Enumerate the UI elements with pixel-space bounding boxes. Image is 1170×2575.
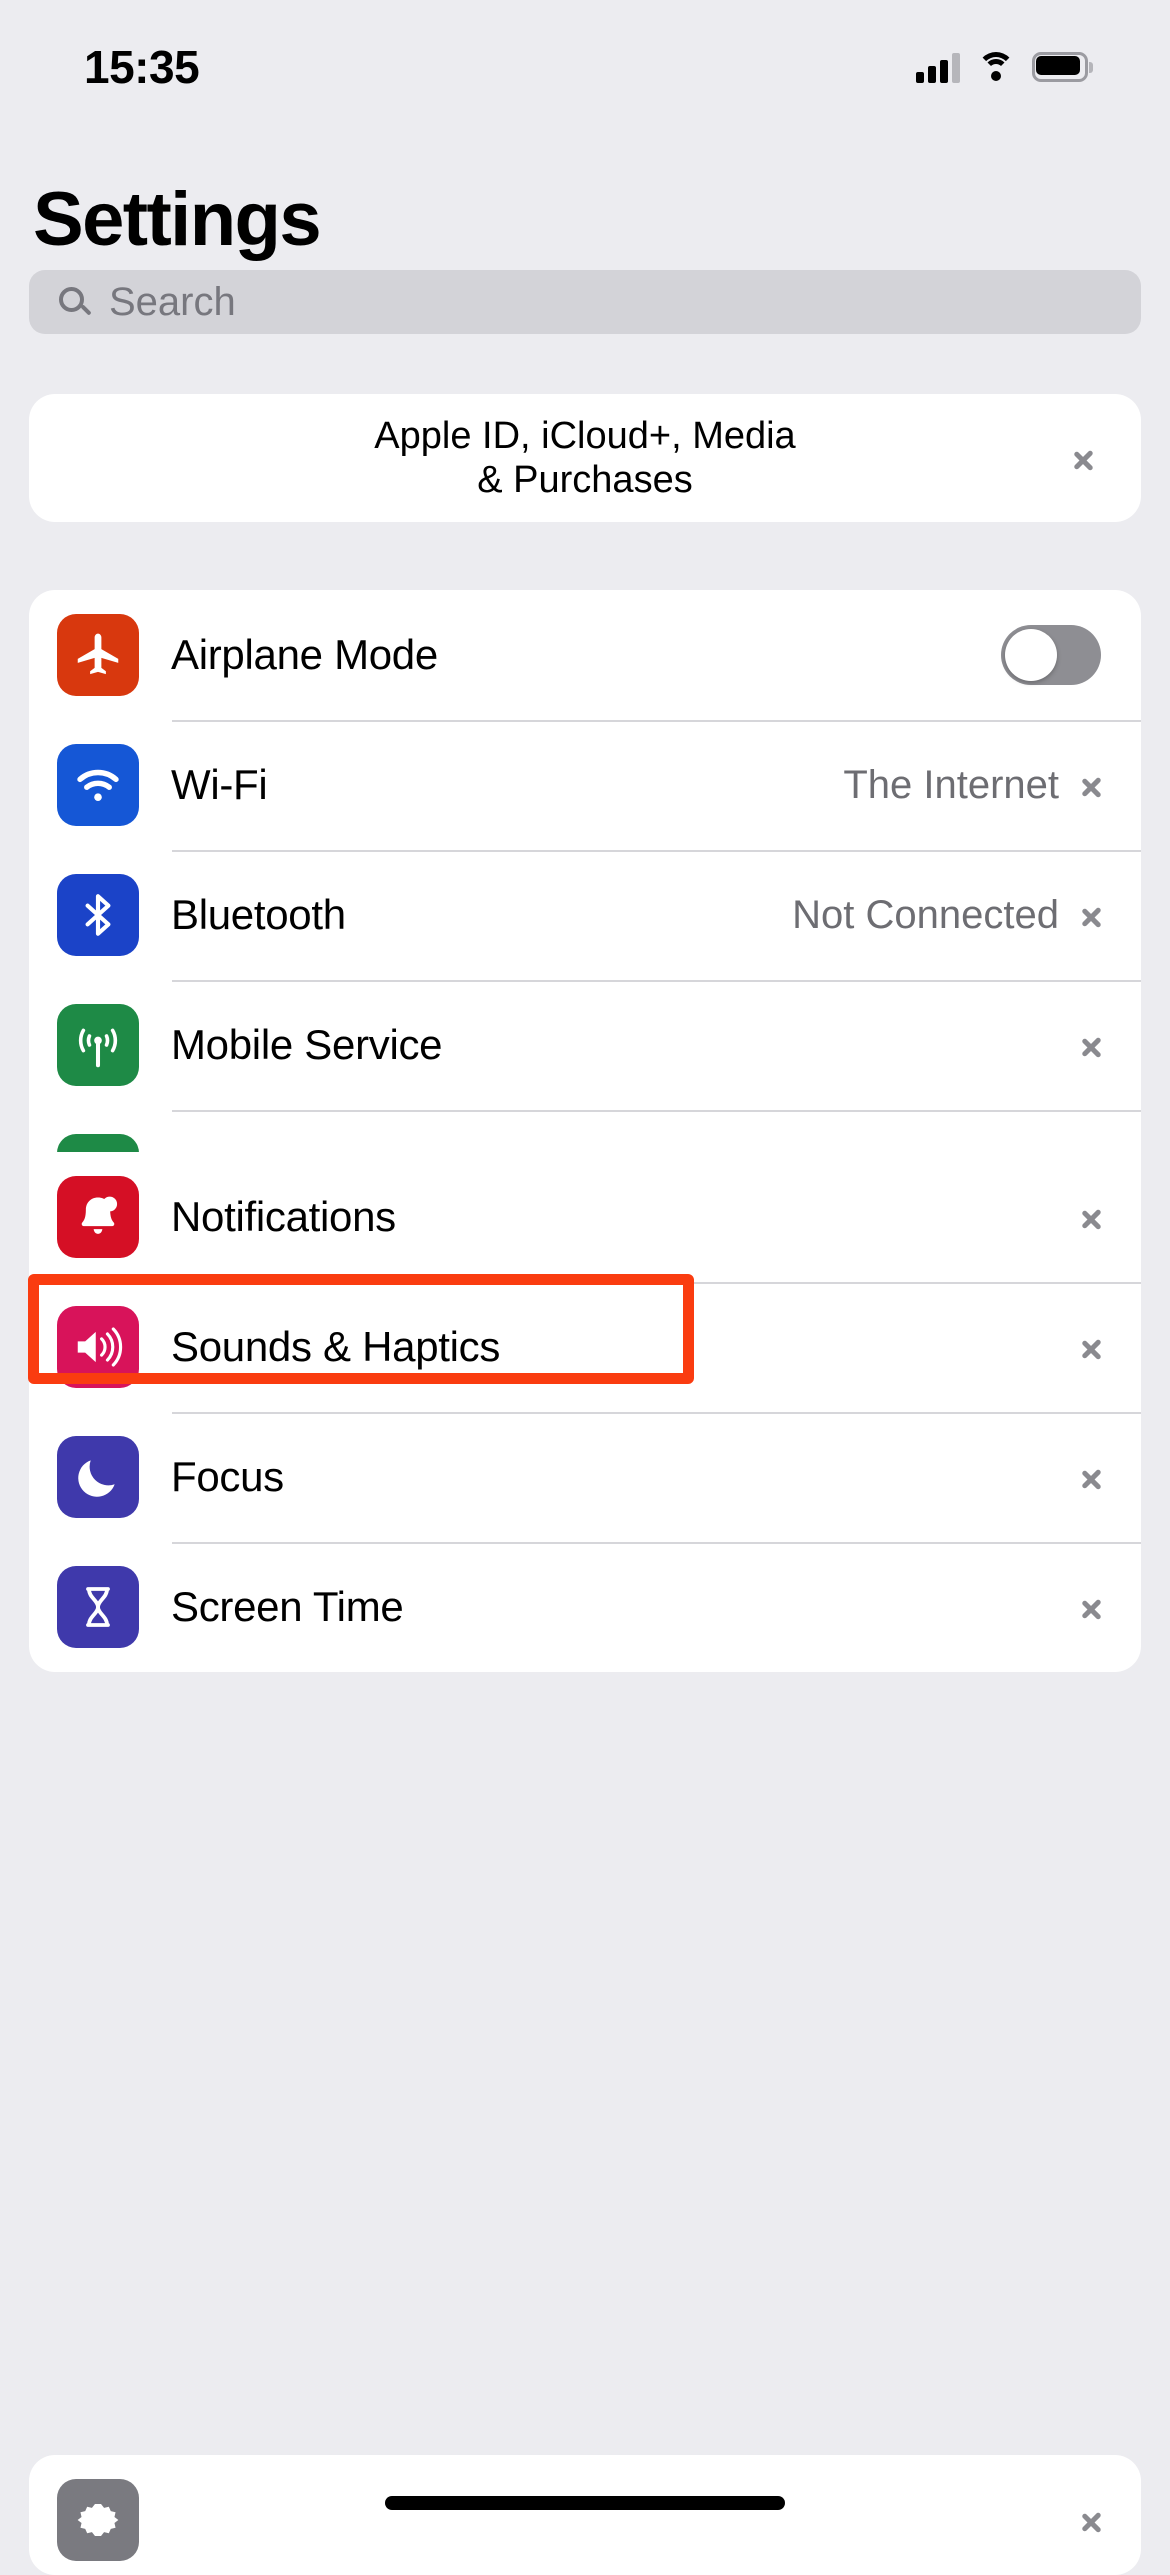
wifi-icon <box>57 744 139 826</box>
settings-row-wifi[interactable]: Wi-Fi The Internet <box>29 720 1141 850</box>
apple-id-label-line2: & Purchases <box>477 459 693 501</box>
row-label: Screen Time <box>171 1583 404 1630</box>
general-group <box>29 2455 1141 2575</box>
row-label: Wi-Fi <box>171 761 268 808</box>
chevron-right-icon <box>1081 1460 1101 1494</box>
search-placeholder: Search <box>109 279 236 324</box>
status-indicators <box>916 51 1093 83</box>
search-field[interactable]: Search <box>29 270 1141 334</box>
row-label: Notifications <box>171 1193 396 1240</box>
apple-id-label-line1: Apple ID, iCloud+, Media <box>374 415 796 457</box>
bell-icon <box>57 1176 139 1258</box>
settings-row-bluetooth[interactable]: Bluetooth Not Connected <box>29 850 1141 980</box>
airplane-icon <box>57 614 139 696</box>
apple-id-card[interactable]: Apple ID, iCloud+, Media & Purchases <box>29 394 1141 522</box>
chevron-right-icon <box>1081 1590 1101 1624</box>
status-time: 15:35 <box>84 41 200 93</box>
bluetooth-status-value: Not Connected <box>792 892 1059 937</box>
settings-row-sounds-haptics[interactable]: Sounds & Haptics <box>29 1282 1141 1412</box>
search-icon <box>57 285 92 319</box>
moon-icon <box>57 1436 139 1518</box>
row-label: Mobile Service <box>171 1021 443 1068</box>
row-label: Bluetooth <box>171 891 346 938</box>
settings-row-mobile-service[interactable]: Mobile Service <box>29 980 1141 1110</box>
chevron-right-icon <box>1081 1028 1101 1062</box>
battery-full-icon <box>1032 52 1093 82</box>
settings-row-airplane-mode[interactable]: Airplane Mode <box>29 590 1141 720</box>
chevron-right-icon <box>1073 441 1093 475</box>
gear-icon <box>57 2479 139 2561</box>
speaker-icon <box>57 1306 139 1388</box>
chevron-right-icon <box>1081 1330 1101 1364</box>
apple-id-row[interactable]: Apple ID, iCloud+, Media & Purchases <box>29 394 1141 522</box>
row-label: Airplane Mode <box>171 631 438 678</box>
cellular-signal-icon <box>916 51 960 83</box>
hourglass-icon <box>57 1566 139 1648</box>
wifi-network-value: The Internet <box>843 762 1059 807</box>
chevron-right-icon <box>1081 1200 1101 1234</box>
page-title: Settings <box>33 177 322 262</box>
settings-row-general[interactable] <box>29 2455 1141 2575</box>
apple-id-label: Apple ID, iCloud+, Media & Purchases <box>374 414 795 502</box>
settings-row-focus[interactable]: Focus <box>29 1412 1141 1542</box>
settings-row-screen-time[interactable]: Screen Time <box>29 1542 1141 1672</box>
row-label: Focus <box>171 1453 284 1500</box>
system-group: Notifications Sounds & Haptics Focus Scr… <box>29 1152 1141 1672</box>
settings-row-notifications[interactable]: Notifications <box>29 1152 1141 1282</box>
bluetooth-icon <box>57 874 139 956</box>
airplane-mode-toggle[interactable] <box>1001 625 1101 685</box>
home-indicator[interactable] <box>385 2496 785 2510</box>
wifi-icon <box>977 52 1015 82</box>
chevron-right-icon <box>1081 768 1101 802</box>
chevron-right-icon <box>1081 898 1101 932</box>
row-label: Sounds & Haptics <box>171 1323 501 1370</box>
status-bar: 15:35 <box>0 0 1170 120</box>
antenna-icon <box>57 1004 139 1086</box>
